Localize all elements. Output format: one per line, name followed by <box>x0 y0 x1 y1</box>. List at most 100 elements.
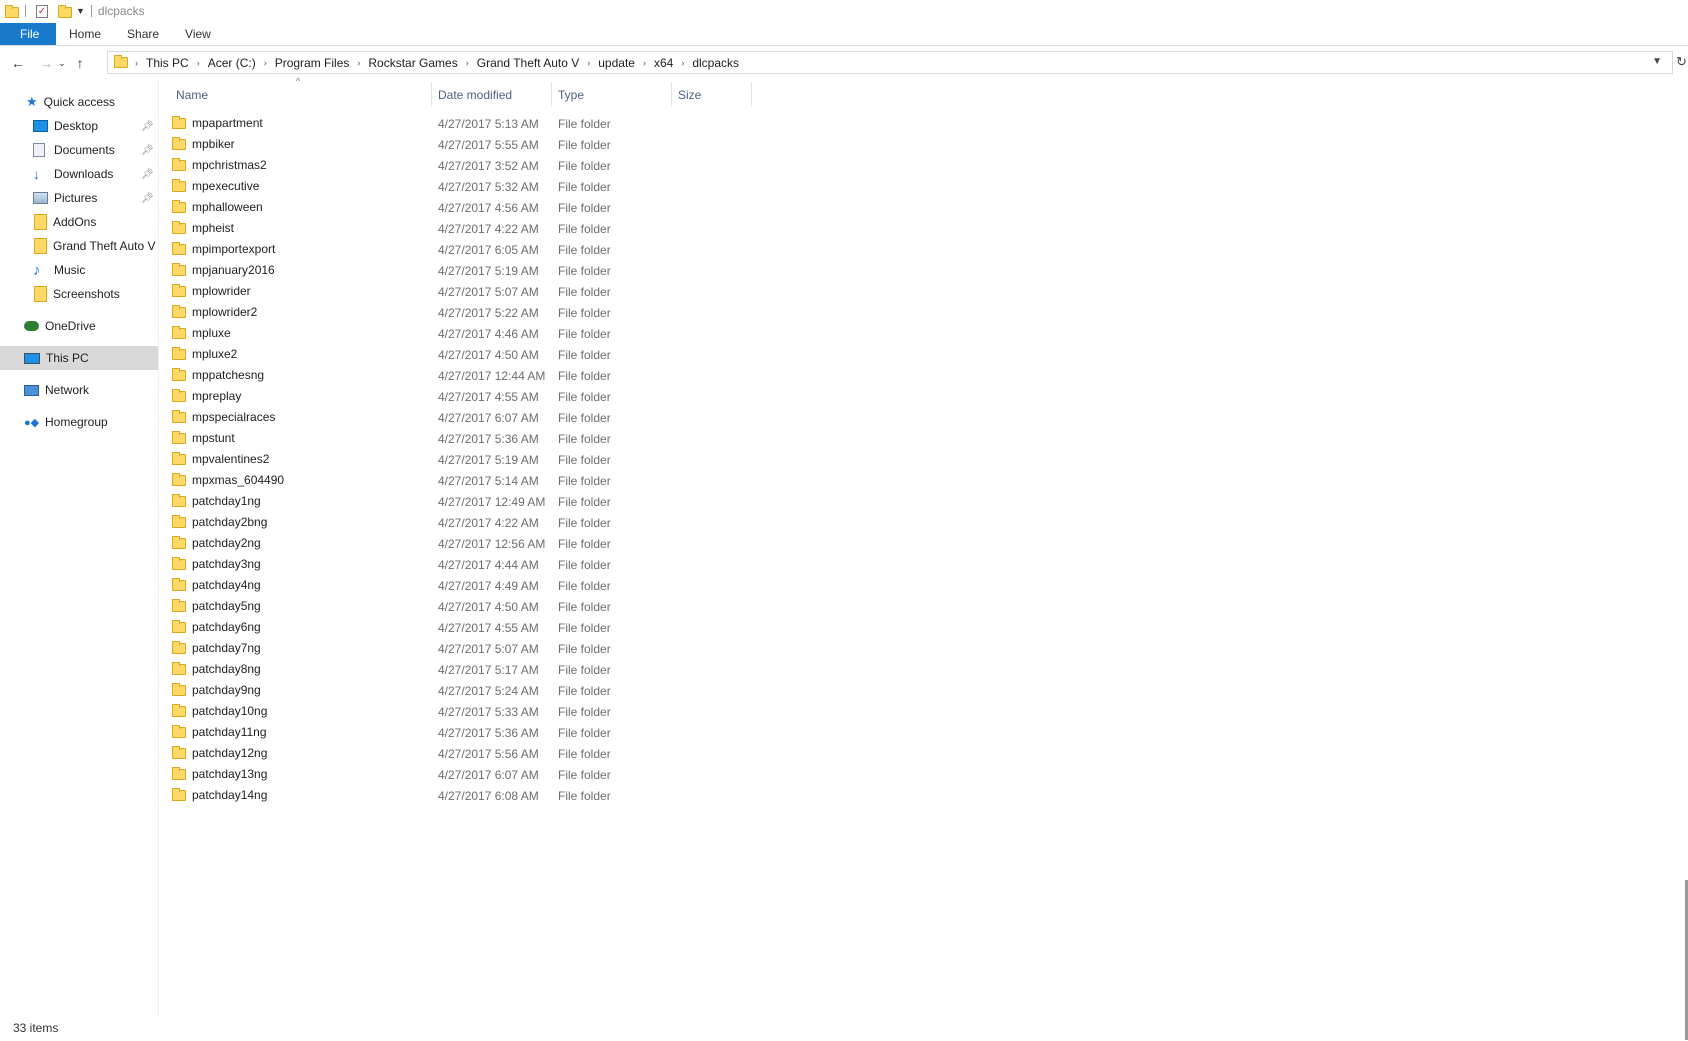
nav-network[interactable]: Network <box>0 378 158 402</box>
file-name-cell[interactable]: patchday6ng <box>172 619 261 634</box>
chevron-right-icon[interactable]: › <box>260 58 271 68</box>
breadcrumb-update[interactable]: update <box>594 56 639 70</box>
file-name-cell[interactable]: mpvalentines2 <box>172 451 269 466</box>
pin-icon[interactable]: 📌︎ <box>141 145 154 156</box>
file-name-cell[interactable]: patchday2bng <box>172 514 267 529</box>
column-header-name[interactable]: Name <box>176 82 430 107</box>
nav-gta-v[interactable]: Grand Theft Auto V <box>0 234 158 258</box>
file-row[interactable]: patchday12ng 4/27/2017 5:56 AM File folder <box>172 743 772 764</box>
properties-icon[interactable]: ✓ <box>36 4 48 18</box>
breadcrumb-program-files[interactable]: Program Files <box>271 56 354 70</box>
column-divider[interactable] <box>671 82 672 107</box>
nav-desktop[interactable]: Desktop 📌︎ <box>0 114 158 138</box>
file-name-cell[interactable]: patchday10ng <box>172 703 267 718</box>
breadcrumb-dlcpacks[interactable]: dlcpacks <box>688 56 743 70</box>
tab-share[interactable]: Share <box>114 23 172 45</box>
file-row[interactable]: patchday7ng 4/27/2017 5:07 AM File folder <box>172 638 772 659</box>
file-name-cell[interactable]: mpheist <box>172 220 234 235</box>
recent-locations-icon[interactable]: ⌄ <box>56 58 68 69</box>
column-divider[interactable] <box>751 82 752 107</box>
file-name-cell[interactable]: patchday3ng <box>172 556 261 571</box>
file-name-cell[interactable]: mpimportexport <box>172 241 275 256</box>
pin-icon[interactable]: 📌︎ <box>141 121 154 132</box>
chevron-right-icon[interactable]: › <box>353 58 364 68</box>
chevron-right-icon[interactable]: › <box>462 58 473 68</box>
nav-homegroup[interactable]: ●◆ Homegroup <box>0 410 158 434</box>
chevron-right-icon[interactable]: › <box>639 58 650 68</box>
refresh-icon[interactable]: ↻ <box>1676 54 1687 70</box>
file-name-cell[interactable]: mphalloween <box>172 199 263 214</box>
file-name-cell[interactable]: mpapartment <box>172 115 263 130</box>
file-row[interactable]: patchday1ng 4/27/2017 12:49 AM File folder <box>172 491 772 512</box>
file-row[interactable]: mplowrider2 4/27/2017 5:22 AM File folder <box>172 302 772 323</box>
breadcrumb-gta-v[interactable]: Grand Theft Auto V <box>473 56 584 70</box>
file-name-cell[interactable]: mpbiker <box>172 136 235 151</box>
file-row[interactable]: patchday2bng 4/27/2017 4:22 AM File folder <box>172 512 772 533</box>
chevron-right-icon[interactable]: › <box>131 58 142 68</box>
pin-icon[interactable]: 📌︎ <box>141 193 154 204</box>
nav-addons[interactable]: AddOns <box>0 210 158 234</box>
file-name-cell[interactable]: mpluxe2 <box>172 346 237 361</box>
file-row[interactable]: mpluxe 4/27/2017 4:46 AM File folder <box>172 323 772 344</box>
breadcrumb-this-pc[interactable]: This PC <box>142 56 193 70</box>
file-row[interactable]: mpvalentines2 4/27/2017 5:19 AM File folde… <box>172 449 772 470</box>
nav-music[interactable]: ♪ Music <box>0 258 158 282</box>
file-row[interactable]: patchday13ng 4/27/2017 6:07 AM File folder <box>172 764 772 785</box>
file-name-cell[interactable]: mpluxe <box>172 325 231 340</box>
column-header-date[interactable]: Date modified <box>438 82 550 107</box>
nav-screenshots[interactable]: Screenshots <box>0 282 158 306</box>
file-row[interactable]: patchday3ng 4/27/2017 4:44 AM File folder <box>172 554 772 575</box>
chevron-right-icon[interactable]: › <box>677 58 688 68</box>
file-row[interactable]: mpjanuary2016 4/27/2017 5:19 AM File folde… <box>172 260 772 281</box>
file-name-cell[interactable]: patchday8ng <box>172 661 261 676</box>
column-header-type[interactable]: Type <box>558 82 670 107</box>
breadcrumb-x64[interactable]: x64 <box>650 56 677 70</box>
file-name-cell[interactable]: mplowrider2 <box>172 304 257 319</box>
file-row[interactable]: mppatchesng 4/27/2017 12:44 AM File folder <box>172 365 772 386</box>
chevron-right-icon[interactable]: › <box>193 58 204 68</box>
nav-documents[interactable]: Documents 📌︎ <box>0 138 158 162</box>
nav-downloads[interactable]: ↓ Downloads 📌︎ <box>0 162 158 186</box>
file-row[interactable]: mpheist 4/27/2017 4:22 AM File folder <box>172 218 772 239</box>
file-row[interactable]: mpchristmas2 4/27/2017 3:52 AM File folder <box>172 155 772 176</box>
column-header-size[interactable]: Size <box>678 82 750 107</box>
nav-this-pc[interactable]: This PC <box>0 346 158 370</box>
folder-icon[interactable] <box>5 5 19 18</box>
back-arrow-icon[interactable]: ← <box>8 55 28 71</box>
customize-dropdown-icon[interactable]: ▼ <box>76 6 85 16</box>
address-dropdown-icon[interactable]: ▼ <box>1652 56 1662 67</box>
nav-pictures[interactable]: Pictures 📌︎ <box>0 186 158 210</box>
nav-onedrive[interactable]: OneDrive <box>0 314 158 338</box>
breadcrumb-rockstar-games[interactable]: Rockstar Games <box>364 56 461 70</box>
file-name-cell[interactable]: patchday13ng <box>172 766 267 781</box>
file-name-cell[interactable]: mpreplay <box>172 388 241 403</box>
file-row[interactable]: patchday11ng 4/27/2017 5:36 AM File folder <box>172 722 772 743</box>
file-row[interactable]: mpspecialraces 4/27/2017 6:07 AM File fold… <box>172 407 772 428</box>
file-row[interactable]: patchday9ng 4/27/2017 5:24 AM File folder <box>172 680 772 701</box>
file-name-cell[interactable]: mpchristmas2 <box>172 157 267 172</box>
file-name-cell[interactable]: mpexecutive <box>172 178 259 193</box>
breadcrumb-drive[interactable]: Acer (C:) <box>204 56 260 70</box>
file-name-cell[interactable]: patchday4ng <box>172 577 261 592</box>
file-row[interactable]: patchday2ng 4/27/2017 12:56 AM File folder <box>172 533 772 554</box>
file-row[interactable]: mpexecutive 4/27/2017 5:32 AM File folder <box>172 176 772 197</box>
file-name-cell[interactable]: patchday9ng <box>172 682 261 697</box>
tab-home[interactable]: Home <box>56 23 114 45</box>
forward-arrow-icon[interactable]: → <box>36 55 56 71</box>
file-name-cell[interactable]: patchday7ng <box>172 640 261 655</box>
pane-divider[interactable] <box>158 80 159 1015</box>
file-row[interactable]: mplowrider 4/27/2017 5:07 AM File folder <box>172 281 772 302</box>
tab-file[interactable]: File <box>0 23 56 45</box>
file-name-cell[interactable]: mpxmas_604490 <box>172 472 284 487</box>
file-name-cell[interactable]: mplowrider <box>172 283 251 298</box>
file-row[interactable]: mpapartment 4/27/2017 5:13 AM File folder <box>172 113 772 134</box>
address-bar[interactable]: › This PC › Acer (C:) › Program Files › … <box>107 51 1673 74</box>
file-row[interactable]: patchday14ng 4/27/2017 6:08 AM File folder <box>172 785 772 806</box>
file-row[interactable]: mpstunt 4/27/2017 5:36 AM File folder <box>172 428 772 449</box>
file-name-cell[interactable]: patchday5ng <box>172 598 261 613</box>
file-name-cell[interactable]: mpstunt <box>172 430 235 445</box>
file-row[interactable]: patchday5ng 4/27/2017 4:50 AM File folder <box>172 596 772 617</box>
file-row[interactable]: mphalloween 4/27/2017 4:56 AM File folder <box>172 197 772 218</box>
chevron-right-icon[interactable]: › <box>583 58 594 68</box>
up-arrow-icon[interactable]: ↑ <box>70 55 90 71</box>
